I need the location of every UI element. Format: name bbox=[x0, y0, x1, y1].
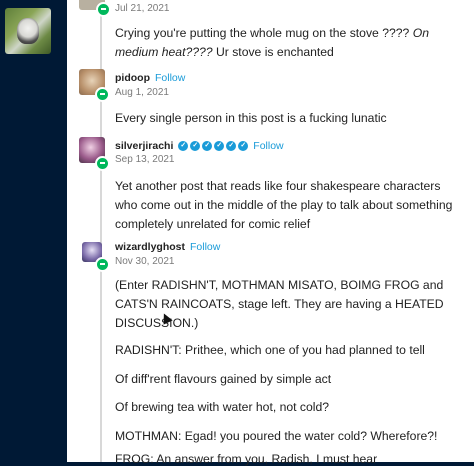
username-text[interactable]: pidoop bbox=[115, 72, 150, 84]
verified-check-icon: ✓ bbox=[202, 141, 213, 152]
note-4-username[interactable]: wizardlyghost Follow bbox=[115, 241, 220, 253]
online-badge-icon bbox=[95, 87, 110, 102]
verified-check-icon: ✓ bbox=[190, 141, 201, 152]
follow-button[interactable]: Follow bbox=[155, 72, 185, 84]
note-1-body-tail: Ur stove is enchanted bbox=[212, 45, 334, 59]
note-2-body: Every single person in this post is a fu… bbox=[115, 111, 387, 125]
note-3-username[interactable]: silverjirachi ✓ ✓ ✓ ✓ ✓ ✓ Follow bbox=[115, 140, 284, 152]
verified-check-icon: ✓ bbox=[238, 141, 249, 152]
note-4-paragraph-6: FROG: An answer from you, Radish, I must… bbox=[115, 452, 378, 466]
note-1-body-plain: Crying you're putting the whole mug on t… bbox=[115, 26, 413, 40]
verified-check-icon: ✓ bbox=[226, 141, 237, 152]
note-3-date: Sep 13, 2021 bbox=[115, 154, 175, 165]
note-4-paragraph-5: MOTHMAN: Egad! you poured the water cold… bbox=[115, 429, 438, 443]
note-3-body: Yet another post that reads like four sh… bbox=[115, 179, 453, 231]
username-text[interactable]: wizardlyghost bbox=[115, 241, 185, 253]
note-4-date: Nov 30, 2021 bbox=[115, 256, 175, 267]
note-4-paragraph-1: (Enter RADISHN'T, MOTHMAN MISATO, BOIMG … bbox=[115, 278, 444, 330]
notes-card: Jul 21, 2021 Crying you're putting the w… bbox=[67, 0, 474, 466]
online-badge-icon bbox=[95, 257, 110, 272]
note-4-paragraph-4: Of brewing tea with water hot, not cold? bbox=[115, 400, 330, 414]
note-1-date: Jul 21, 2021 bbox=[115, 3, 170, 14]
verified-check-icon: ✓ bbox=[178, 141, 189, 152]
note-4-paragraph-2: RADISHN'T: Prithee, which one of you had… bbox=[115, 343, 425, 357]
follow-button[interactable]: Follow bbox=[253, 140, 283, 152]
note-1-body: Crying you're putting the whole mug on t… bbox=[115, 24, 465, 62]
username-text[interactable]: silverjirachi bbox=[115, 140, 173, 152]
online-badge-icon bbox=[95, 156, 110, 171]
online-badge-icon bbox=[96, 2, 111, 17]
note-2-username[interactable]: pidoop Follow bbox=[115, 72, 185, 84]
dog-photo bbox=[17, 18, 39, 44]
verified-check-icon: ✓ bbox=[214, 141, 225, 152]
sidebar-blog-avatar[interactable] bbox=[5, 8, 51, 54]
follow-button[interactable]: Follow bbox=[190, 241, 220, 253]
note-2-date: Aug 1, 2021 bbox=[115, 87, 169, 98]
note-4-paragraph-3: Of diff'rent flavours gained by simple a… bbox=[115, 372, 332, 386]
